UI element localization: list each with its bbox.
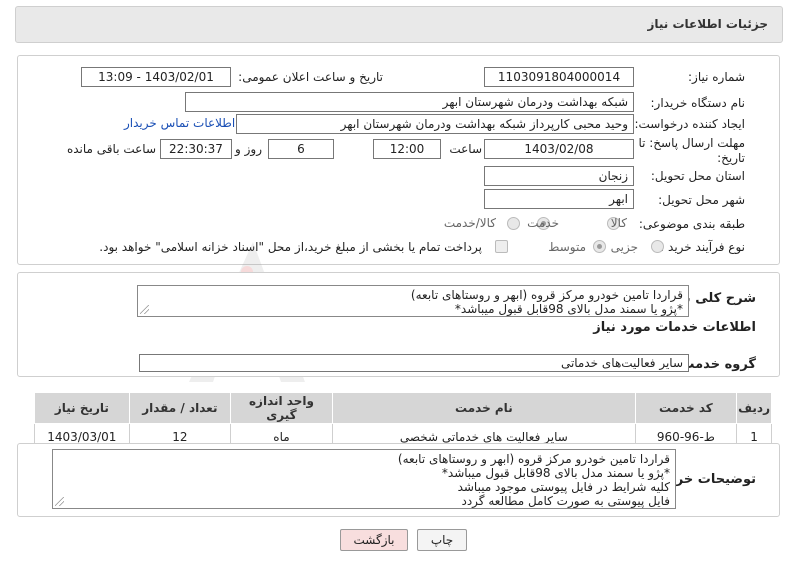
- process-radio-minor[interactable]: [651, 240, 664, 253]
- services-table-header: ردیف کد خدمت نام خدمت واحد اندازه گیری ت…: [34, 392, 772, 424]
- city-label: شهر محل تحویل:: [658, 193, 745, 207]
- buyer-notes-textarea[interactable]: قراردا تامین خودرو مرکز قروه (ابهر و روس…: [52, 449, 676, 509]
- col-quantity: تعداد / مقدار: [128, 392, 231, 424]
- category-option-goods-service: کالا/خدمت: [443, 216, 496, 230]
- process-radio-medium[interactable]: [593, 240, 606, 253]
- page-header: جزئیات اطلاعات نیاز: [15, 6, 783, 43]
- need-number-label: شماره نیاز:: [688, 70, 745, 84]
- services-section-title: اطلاعات خدمات مورد نیاز: [593, 320, 756, 335]
- services-table: ردیف کد خدمت نام خدمت واحد اندازه گیری ت…: [34, 392, 772, 450]
- deadline-date-field[interactable]: 1403/02/08: [484, 139, 634, 159]
- summary-textarea[interactable]: قراردا تامین خودرو مرکز قروه (ابهر و روس…: [137, 285, 689, 317]
- col-service-name: نام خدمت: [332, 392, 636, 424]
- announce-date-field[interactable]: 1403/02/01 - 13:09: [81, 67, 231, 87]
- col-need-date: تاریخ نیاز: [34, 392, 130, 424]
- remaining-time-field[interactable]: 22:30:37: [160, 139, 232, 159]
- need-number-field[interactable]: 1103091804000014: [484, 67, 634, 87]
- category-label: طبقه بندی موضوعی:: [638, 217, 745, 231]
- page-title: جزئیات اطلاعات نیاز: [647, 17, 768, 31]
- city-field[interactable]: ابهر: [484, 189, 634, 209]
- buyer-contact-link[interactable]: اطلاعات تماس خریدار: [124, 116, 235, 130]
- treasury-payment-note: پرداخت تمام یا بخشی از مبلغ خرید،از محل …: [99, 240, 482, 254]
- resize-handle-icon[interactable]: [55, 497, 64, 506]
- deadline-label-date: تاریخ:: [717, 151, 745, 165]
- deadline-label: مهلت ارسال پاسخ: تا: [638, 136, 745, 150]
- deadline-time-field[interactable]: 12:00: [373, 139, 441, 159]
- days-label: روز و: [235, 142, 262, 156]
- process-option-minor: جزیی: [610, 240, 638, 254]
- buyer-org-field[interactable]: شبکه بهداشت ودرمان شهرستان ابهر: [185, 92, 634, 112]
- notes-line-2: *پژو یا سمند مدل بالای 98قابل قبول میباش…: [441, 466, 670, 480]
- category-option-service: خدمت: [527, 216, 559, 230]
- province-label: استان محل تحویل:: [650, 169, 745, 183]
- remaining-label: ساعت باقی مانده: [66, 142, 156, 156]
- summary-line-1: قراردا تامین خودرو مرکز قروه (ابهر و روس…: [410, 288, 683, 302]
- creator-label: ایجاد کننده درخواست:: [634, 117, 745, 131]
- print-button[interactable]: چاپ: [417, 529, 467, 551]
- notes-line-3: کلیه شرایط در فایل پیوستی موجود میباشد: [457, 480, 670, 494]
- summary-line-2: *پژو یا سمند مدل بالای 98قابل قبول میباش…: [454, 302, 683, 316]
- announce-date-label: تاریخ و ساعت اعلان عمومی:: [238, 70, 383, 84]
- days-field[interactable]: 6: [268, 139, 334, 159]
- notes-line-4: فایل پیوستی به صورت کامل مطالعه گردد: [461, 494, 670, 508]
- creator-field[interactable]: وحید محبی کارپرداز شبکه بهداشت ودرمان شه…: [236, 114, 634, 134]
- notes-line-1: قراردا تامین خودرو مرکز قروه (ابهر و روس…: [397, 452, 670, 466]
- back-button[interactable]: بازگشت: [340, 529, 408, 551]
- process-label: نوع فرآیند خرید :: [660, 240, 745, 254]
- col-row: ردیف: [736, 392, 772, 424]
- col-service-code: کد خدمت: [634, 392, 738, 424]
- category-radio-goods-service[interactable]: [507, 217, 520, 230]
- treasury-payment-checkbox[interactable]: [495, 240, 508, 253]
- service-group-field[interactable]: سایر فعالیت‌های خدماتی: [139, 354, 689, 372]
- time-label: ساعت: [449, 142, 482, 156]
- category-option-goods: کالا: [610, 216, 627, 230]
- process-option-medium: متوسط: [548, 240, 586, 254]
- province-field[interactable]: زنجان: [484, 166, 634, 186]
- resize-handle-icon[interactable]: [140, 305, 149, 314]
- buyer-org-label: نام دستگاه خریدار:: [650, 96, 746, 110]
- col-unit: واحد اندازه گیری: [229, 392, 334, 424]
